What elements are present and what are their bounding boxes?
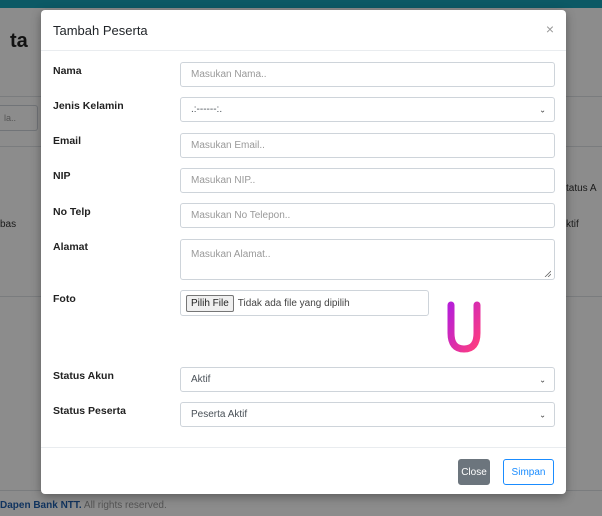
no-telp-input[interactable]: Masukan No Telepon.. xyxy=(180,203,555,228)
add-participant-modal: Tambah Peserta × Nama Masukan Nama.. Jen… xyxy=(41,10,566,494)
chevron-down-icon: ⌄ xyxy=(539,410,546,419)
nip-input[interactable]: Masukan NIP.. xyxy=(180,168,555,193)
status-akun-select[interactable]: Aktif ⌄ xyxy=(180,367,555,392)
file-status-text: Tidak ada file yang dipilih xyxy=(237,297,350,309)
nama-placeholder: Masukan Nama.. xyxy=(191,69,267,80)
jenis-kelamin-select[interactable]: .:------:. ⌄ xyxy=(180,97,555,122)
no-telp-placeholder: Masukan No Telepon.. xyxy=(191,210,291,221)
alamat-placeholder: Masukan Alamat.. xyxy=(191,249,271,260)
nip-label: NIP xyxy=(53,170,71,182)
status-peserta-value: Peserta Aktif xyxy=(191,409,248,420)
nama-label: Nama xyxy=(53,65,82,77)
foto-file-input[interactable]: Pilih File Tidak ada file yang dipilih xyxy=(180,290,429,316)
nama-input[interactable]: Masukan Nama.. xyxy=(180,62,555,87)
nip-placeholder: Masukan NIP.. xyxy=(191,175,256,186)
chevron-down-icon: ⌄ xyxy=(539,375,546,384)
alamat-textarea[interactable]: Masukan Alamat.. xyxy=(180,239,555,280)
status-peserta-select[interactable]: Peserta Aktif ⌄ xyxy=(180,402,555,427)
save-button[interactable]: Simpan xyxy=(503,459,554,485)
resize-grip-icon[interactable] xyxy=(544,270,551,277)
close-icon[interactable]: × xyxy=(546,22,554,36)
choose-file-button[interactable]: Pilih File xyxy=(186,294,234,312)
email-placeholder: Masukan Email.. xyxy=(191,140,265,151)
status-akun-value: Aktif xyxy=(191,374,211,385)
email-label: Email xyxy=(53,135,82,147)
alamat-label: Alamat xyxy=(53,241,89,253)
status-akun-label: Status Akun xyxy=(53,370,114,382)
status-peserta-label: Status Peserta xyxy=(53,405,126,417)
email-input[interactable]: Masukan Email.. xyxy=(180,133,555,158)
no-telp-label: No Telp xyxy=(53,206,91,218)
jenis-kelamin-label: Jenis Kelamin xyxy=(53,100,124,112)
u-logo-icon xyxy=(447,301,481,353)
close-button[interactable]: Close xyxy=(458,459,490,485)
chevron-down-icon: ⌄ xyxy=(539,105,546,114)
modal-title: Tambah Peserta xyxy=(53,23,148,38)
jenis-kelamin-value: .:------:. xyxy=(191,104,223,115)
foto-label: Foto xyxy=(53,293,76,305)
modal-header: Tambah Peserta × xyxy=(41,10,566,51)
